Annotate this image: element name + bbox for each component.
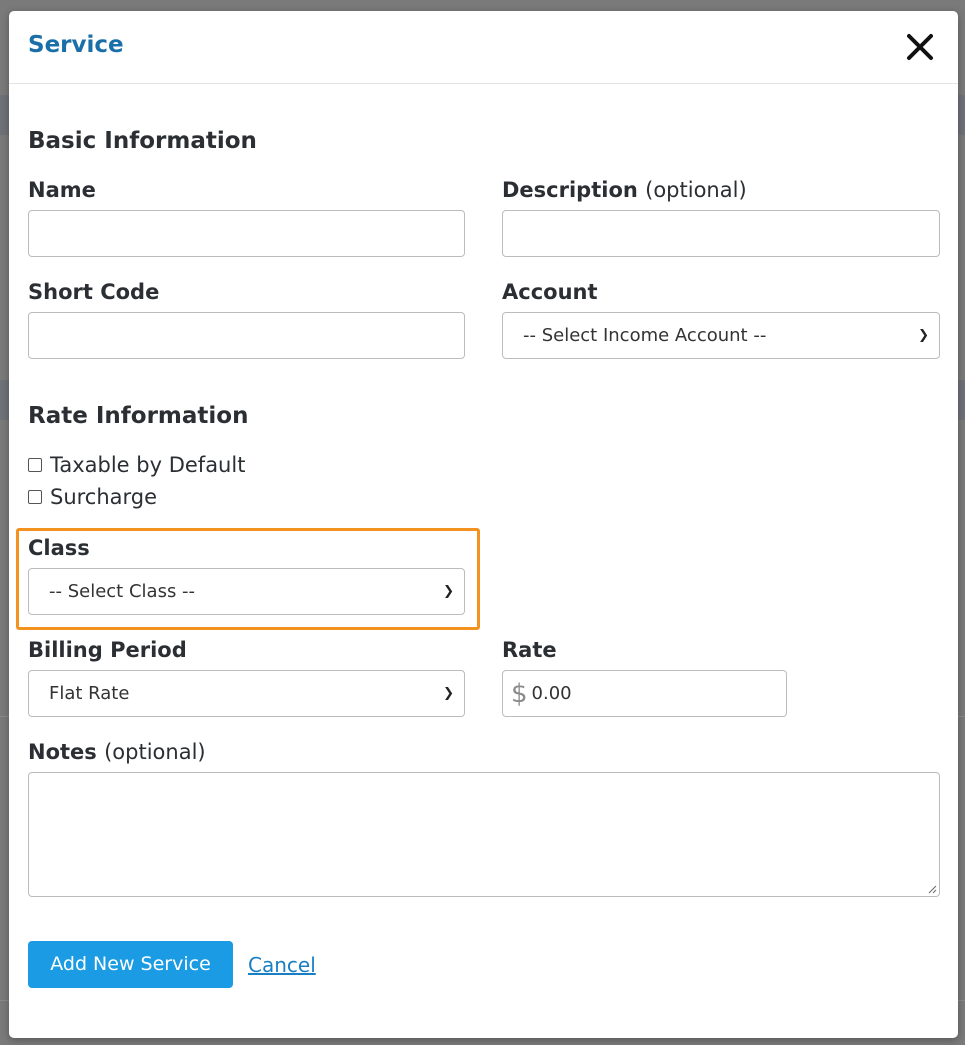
billing-period-label: Billing Period bbox=[28, 638, 187, 662]
account-label-text: Account bbox=[502, 280, 598, 304]
chevron-down-icon: ❯ bbox=[443, 686, 454, 701]
taxable-checkbox-row[interactable]: Taxable by Default bbox=[28, 453, 245, 477]
taxable-checkbox[interactable] bbox=[28, 458, 42, 472]
notes-optional: (optional) bbox=[104, 740, 206, 764]
rate-input[interactable]: $0.00 bbox=[502, 670, 787, 717]
rate-info-heading: Rate Information bbox=[28, 403, 249, 429]
billing-period-label-text: Billing Period bbox=[28, 638, 187, 662]
chevron-down-icon: ❯ bbox=[443, 584, 454, 599]
class-label-text: Class bbox=[28, 536, 90, 560]
description-label: Description (optional) bbox=[502, 178, 747, 202]
short-code-input[interactable] bbox=[28, 312, 465, 359]
notes-label-text: Notes bbox=[28, 740, 97, 764]
billing-period-select[interactable]: Flat Rate ❯ bbox=[28, 670, 465, 717]
chevron-down-icon: ❯ bbox=[918, 328, 929, 343]
rate-label-text: Rate bbox=[502, 638, 557, 662]
surcharge-checkbox[interactable] bbox=[28, 490, 42, 504]
resize-grip-icon[interactable] bbox=[927, 884, 937, 894]
rate-label: Rate bbox=[502, 638, 557, 662]
name-input[interactable] bbox=[28, 210, 465, 257]
class-select[interactable]: -- Select Class -- ❯ bbox=[28, 568, 465, 615]
close-button[interactable] bbox=[904, 31, 936, 63]
short-code-label: Short Code bbox=[28, 280, 159, 304]
description-input[interactable] bbox=[502, 210, 940, 257]
basic-info-heading: Basic Information bbox=[28, 128, 257, 154]
modal-header: Service bbox=[9, 11, 958, 84]
taxable-label: Taxable by Default bbox=[50, 453, 246, 477]
cancel-link[interactable]: Cancel bbox=[248, 953, 316, 977]
add-new-service-button[interactable]: Add New Service bbox=[28, 941, 233, 988]
account-select-value: -- Select Income Account -- bbox=[523, 325, 767, 346]
description-label-text: Description bbox=[502, 178, 638, 202]
name-label: Name bbox=[28, 178, 96, 202]
account-label: Account bbox=[502, 280, 598, 304]
short-code-label-text: Short Code bbox=[28, 280, 160, 304]
notes-label: Notes (optional) bbox=[28, 740, 206, 764]
name-label-text: Name bbox=[28, 178, 96, 202]
class-label: Class bbox=[28, 536, 90, 560]
close-icon bbox=[907, 34, 933, 60]
billing-period-select-value: Flat Rate bbox=[49, 683, 130, 704]
service-modal: Service Basic Information Name Descripti… bbox=[9, 11, 958, 1038]
account-select[interactable]: -- Select Income Account -- ❯ bbox=[502, 312, 940, 359]
description-optional: (optional) bbox=[645, 178, 747, 202]
surcharge-checkbox-row[interactable]: Surcharge bbox=[28, 485, 157, 509]
class-select-value: -- Select Class -- bbox=[49, 581, 196, 602]
notes-textarea[interactable] bbox=[28, 772, 940, 897]
modal-title: Service bbox=[28, 32, 124, 58]
dollar-icon: $ bbox=[511, 678, 528, 709]
surcharge-label: Surcharge bbox=[50, 485, 158, 509]
rate-value: 0.00 bbox=[531, 683, 572, 704]
